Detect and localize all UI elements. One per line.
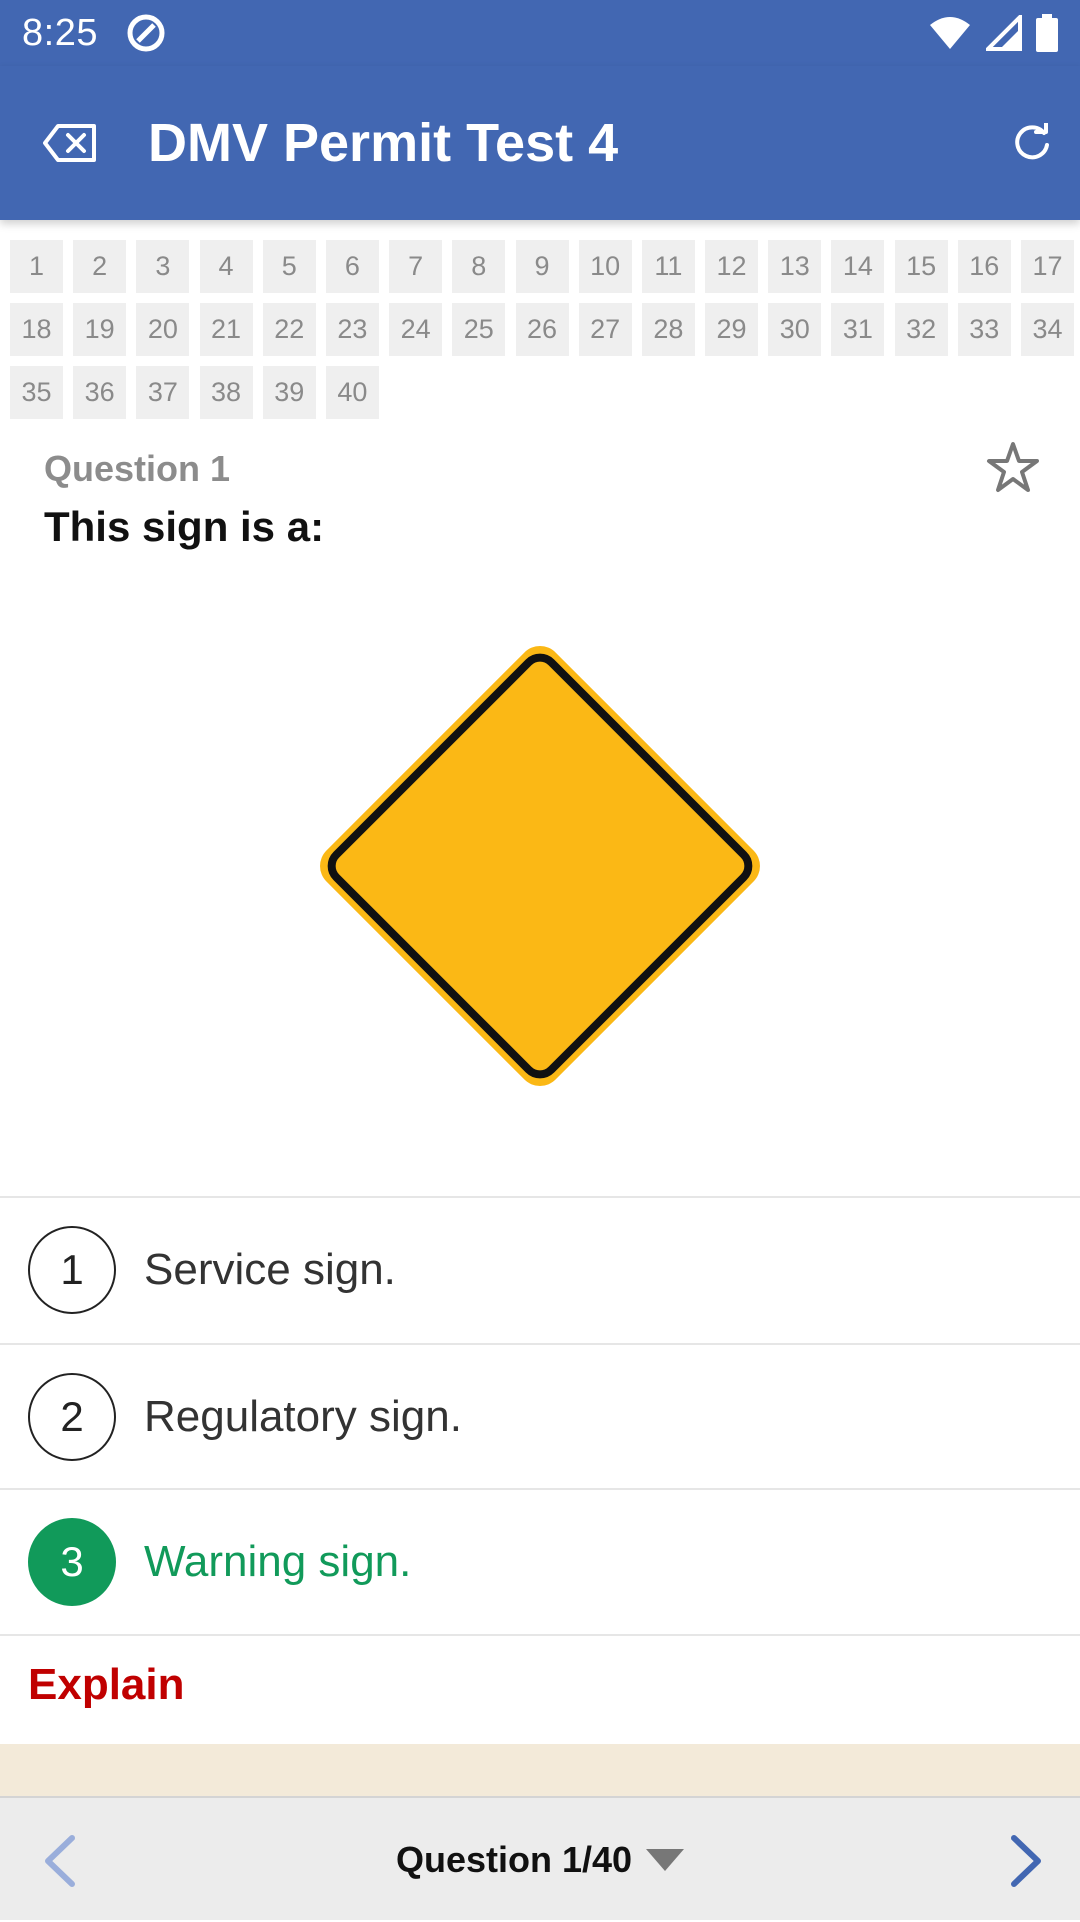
question-number-2[interactable]: 2 xyxy=(73,240,127,293)
answer-option-2[interactable]: 2 Regulatory sign. xyxy=(0,1345,1080,1488)
question-number-1[interactable]: 1 xyxy=(10,240,63,293)
question-number-4[interactable]: 4 xyxy=(199,240,253,293)
question-number-9[interactable]: 9 xyxy=(515,240,569,293)
question-number-17[interactable]: 17 xyxy=(1021,240,1074,293)
answer-option-3[interactable]: 3 Warning sign. xyxy=(0,1490,1080,1633)
question-grid-row: 35 36 37 38 39 40 xyxy=(10,366,1080,419)
refresh-button[interactable] xyxy=(984,66,1080,220)
answer-option-1[interactable]: 1 Service sign. xyxy=(0,1198,1080,1341)
question-number-5[interactable]: 5 xyxy=(262,240,316,293)
question-text: This sign is a: xyxy=(44,503,325,550)
question-number-31[interactable]: 31 xyxy=(831,303,885,356)
question-number-18[interactable]: 18 xyxy=(10,303,63,356)
question-number-33[interactable]: 33 xyxy=(957,303,1011,356)
app-notification-icon xyxy=(127,14,165,52)
answer-number: 3 xyxy=(28,1517,116,1606)
question-number-3[interactable]: 3 xyxy=(136,240,190,293)
explain-button[interactable]: Explain xyxy=(28,1660,185,1710)
question-number-34[interactable]: 34 xyxy=(1021,303,1074,356)
bottom-navigation: Question 1/40 xyxy=(0,1796,1080,1920)
battery-icon xyxy=(1036,14,1058,52)
chevron-right-icon xyxy=(1011,1835,1041,1887)
explanation-panel xyxy=(0,1744,1080,1804)
question-number-24[interactable]: 24 xyxy=(389,303,443,356)
question-number-27[interactable]: 27 xyxy=(578,303,632,356)
question-number-28[interactable]: 28 xyxy=(641,303,695,356)
question-number-37[interactable]: 37 xyxy=(136,366,190,419)
question-label: Question 1 xyxy=(44,448,231,489)
question-number-23[interactable]: 23 xyxy=(325,303,379,356)
chevron-left-icon xyxy=(45,1835,75,1887)
question-number-21[interactable]: 21 xyxy=(199,303,253,356)
question-grid-row: 1 2 3 4 5 6 7 8 9 10 11 12 13 14 15 16 17 xyxy=(10,240,1080,293)
question-number-25[interactable]: 25 xyxy=(452,303,506,356)
answer-text: Service sign. xyxy=(144,1244,396,1294)
question-number-35[interactable]: 35 xyxy=(10,366,63,419)
refresh-icon xyxy=(1015,123,1049,160)
question-number-39[interactable]: 39 xyxy=(262,366,316,419)
question-number-40[interactable]: 40 xyxy=(325,366,379,419)
wifi-icon xyxy=(930,17,970,49)
warning-sign-image xyxy=(320,646,760,1086)
question-number-10[interactable]: 10 xyxy=(578,240,632,293)
status-bar: 8:25 xyxy=(0,0,1080,66)
question-number-16[interactable]: 16 xyxy=(957,240,1011,293)
question-number-7[interactable]: 7 xyxy=(389,240,443,293)
star-icon xyxy=(987,442,1039,492)
answer-text: Regulatory sign. xyxy=(144,1391,462,1441)
status-icons xyxy=(928,14,1058,52)
bookmark-button[interactable] xyxy=(985,440,1041,496)
question-number-29[interactable]: 29 xyxy=(705,303,759,356)
question-number-19[interactable]: 19 xyxy=(73,303,127,356)
backspace-icon xyxy=(43,124,96,162)
app-bar: DMV Permit Test 4 xyxy=(0,66,1080,220)
divider xyxy=(0,1634,1080,1636)
previous-question-button[interactable] xyxy=(30,1826,90,1896)
back-button[interactable] xyxy=(0,66,140,220)
answer-number: 1 xyxy=(28,1225,116,1314)
question-number-6[interactable]: 6 xyxy=(325,240,379,293)
question-number-8[interactable]: 8 xyxy=(452,240,506,293)
question-number-20[interactable]: 20 xyxy=(136,303,190,356)
question-number-22[interactable]: 22 xyxy=(262,303,316,356)
page-title: DMV Permit Test 4 xyxy=(148,113,619,173)
triangle-down-icon xyxy=(646,1849,685,1871)
question-number-14[interactable]: 14 xyxy=(831,240,885,293)
question-number-11[interactable]: 11 xyxy=(641,240,695,293)
question-number-32[interactable]: 32 xyxy=(894,303,948,356)
question-number-26[interactable]: 26 xyxy=(515,303,569,356)
question-number-30[interactable]: 30 xyxy=(768,303,822,356)
status-time: 8:25 xyxy=(22,11,98,54)
question-position: Question 1/40 xyxy=(395,1839,633,1880)
question-number-12[interactable]: 12 xyxy=(705,240,759,293)
signal-icon xyxy=(986,15,1022,51)
question-grid-row: 18 19 20 21 22 23 24 25 26 27 28 29 30 31 32 33 34 xyxy=(10,303,1080,356)
answer-number: 2 xyxy=(28,1372,116,1461)
question-selector[interactable]: Question 1/40 xyxy=(0,1798,1080,1922)
question-number-grid: 1 2 3 4 5 6 7 8 9 10 11 12 13 14 15 16 17 18 19 20 21 22 23 24 2… xyxy=(10,240,1080,429)
question-number-38[interactable]: 38 xyxy=(199,366,253,419)
next-question-button[interactable] xyxy=(996,1826,1056,1896)
answer-text: Warning sign. xyxy=(144,1536,412,1586)
question-number-36[interactable]: 36 xyxy=(73,366,127,419)
question-number-13[interactable]: 13 xyxy=(768,240,822,293)
question-number-15[interactable]: 15 xyxy=(894,240,948,293)
